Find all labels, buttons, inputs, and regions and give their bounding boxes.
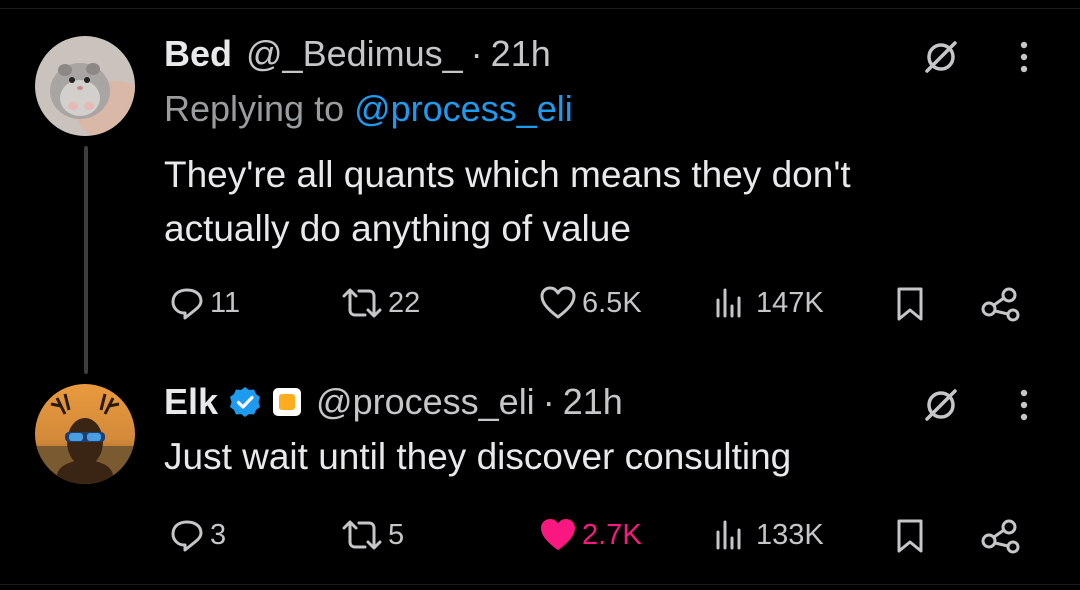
- more-icon[interactable]: [1012, 384, 1036, 426]
- tweet-text: They're all quants which means they don'…: [164, 148, 851, 256]
- like-icon: [540, 286, 576, 319]
- timestamp[interactable]: 21h: [563, 381, 623, 423]
- views-count: 133K: [756, 518, 824, 551]
- grok-icon[interactable]: [918, 34, 964, 80]
- grok-icon[interactable]: [918, 382, 964, 428]
- more-icon[interactable]: [1012, 36, 1036, 78]
- tweet-text: Just wait until they discover consulting: [164, 430, 791, 484]
- replying-to-label: Replying to: [164, 88, 355, 129]
- user-handle[interactable]: @process_eli: [316, 381, 535, 423]
- affiliate-badge-icon[interactable]: [272, 387, 302, 417]
- reply-button[interactable]: 3: [168, 516, 226, 554]
- views-count: 147K: [756, 286, 824, 319]
- bottom-divider: [0, 584, 1080, 585]
- retweet-count: 22: [388, 286, 421, 319]
- reply-count: 3: [210, 518, 227, 551]
- retweet-button[interactable]: 22: [340, 284, 420, 322]
- top-divider: [0, 8, 1080, 9]
- retweet-count: 5: [388, 518, 405, 551]
- reply-icon: [171, 288, 203, 320]
- share-icon[interactable]: [978, 516, 1024, 556]
- thread-connector-line: [84, 146, 88, 374]
- retweet-button[interactable]: 5: [340, 516, 404, 554]
- tweet-header: Elk @process_eli · 21h: [164, 380, 623, 424]
- tweet-text-line: Just wait until they discover consulting: [164, 436, 792, 477]
- avatar-elk[interactable]: [35, 384, 135, 484]
- replying-to-mention[interactable]: @process_eli: [354, 88, 573, 129]
- views-icon: [716, 520, 741, 550]
- like-button-active[interactable]: 2.7K: [538, 516, 642, 554]
- like-count: 6.5K: [582, 286, 642, 319]
- views-icon: [716, 288, 741, 318]
- avatar-bed[interactable]: [35, 36, 135, 136]
- views-button[interactable]: 147K: [712, 284, 824, 322]
- like-button[interactable]: 6.5K: [538, 284, 642, 322]
- retweet-icon: [342, 520, 382, 550]
- timestamp[interactable]: 21h: [491, 33, 551, 75]
- user-handle[interactable]: @_Bedimus_: [246, 33, 463, 75]
- tweet-text-line: They're all quants which means they don'…: [164, 154, 851, 195]
- share-icon[interactable]: [978, 284, 1024, 324]
- separator-dot: ·: [542, 381, 555, 422]
- reply-count: 11: [210, 286, 241, 319]
- display-name[interactable]: Bed: [164, 33, 232, 75]
- bookmark-icon[interactable]: [890, 284, 930, 324]
- views-button[interactable]: 133K: [712, 516, 824, 554]
- like-count: 2.7K: [582, 518, 642, 551]
- reply-icon: [171, 520, 203, 552]
- bookmark-icon[interactable]: [890, 516, 930, 556]
- separator-dot: ·: [470, 33, 483, 74]
- tweet-text-line: actually do anything of value: [164, 208, 631, 249]
- reply-button[interactable]: 11: [168, 284, 240, 322]
- like-icon: [541, 519, 575, 550]
- tweet-header: Bed @_Bedimus_ · 21h: [164, 32, 551, 76]
- display-name[interactable]: Elk: [164, 381, 218, 423]
- verified-icon: [228, 385, 262, 419]
- retweet-icon: [342, 288, 382, 318]
- replying-to-line: Replying to @process_eli: [164, 88, 573, 130]
